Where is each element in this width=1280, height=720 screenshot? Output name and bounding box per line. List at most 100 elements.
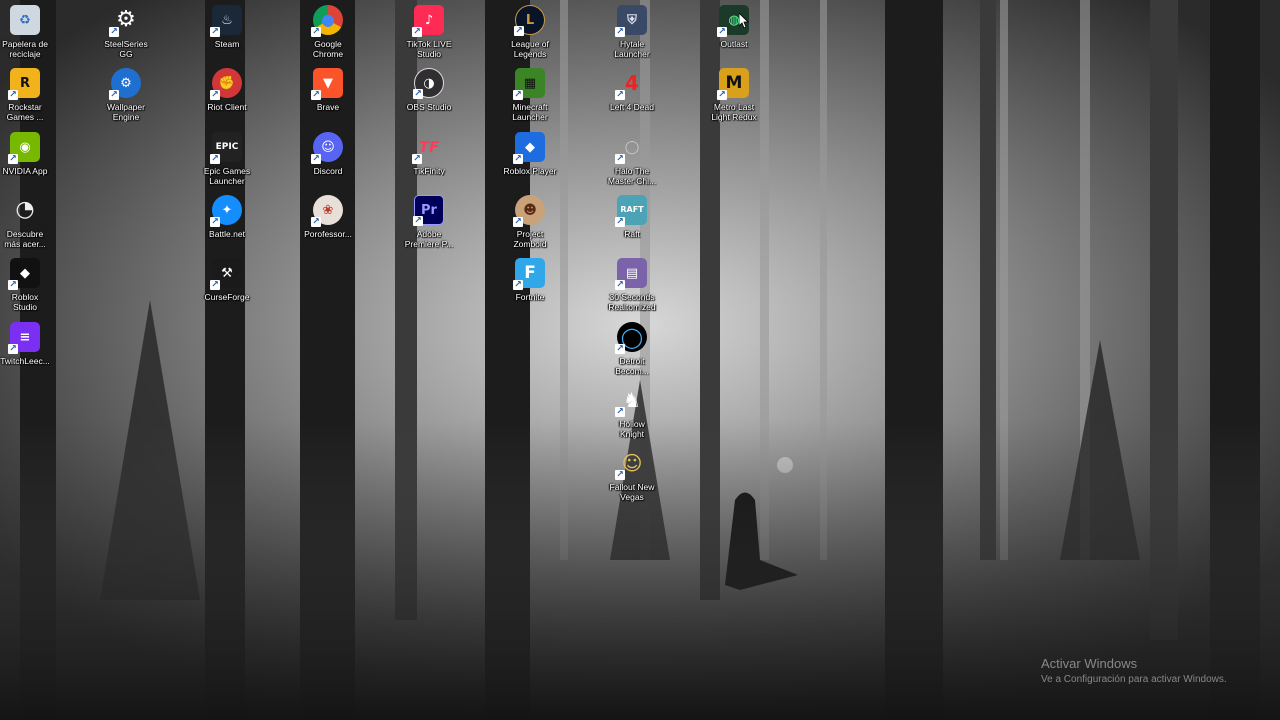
desktop-icon-fallout[interactable]: ☺ ↗ Fallout New Vegas bbox=[595, 448, 669, 508]
league-icon: L ↗ bbox=[514, 5, 545, 36]
icon-label: Porofessor... bbox=[304, 229, 352, 239]
desktop-icon-halo[interactable]: ◯ ↗ Halo The Master Chi... bbox=[595, 132, 669, 192]
nvidia-icon: ◉ ↗ bbox=[8, 132, 40, 164]
roblox-player-icon: ◆ ↗ bbox=[513, 132, 545, 164]
desktop-icon-battlenet[interactable]: ✦ ↗ Battle.net bbox=[190, 195, 264, 255]
icon-label: Fortnite bbox=[515, 292, 545, 302]
icon-label: Discord bbox=[313, 166, 343, 176]
steam-icon: ♨ ↗ bbox=[210, 5, 242, 37]
desktop-icon-descubre[interactable]: ◔ Descubre más acer... bbox=[0, 195, 62, 255]
icon-label: Roblox Studio bbox=[11, 292, 39, 312]
icon-label: Papelera de reciclaje bbox=[2, 39, 48, 59]
icon-label: TikTok LIVE Studio bbox=[406, 39, 452, 59]
desktop-icon-roblox-studio[interactable]: ◆ ↗ Roblox Studio bbox=[0, 258, 62, 318]
desktop-icon-curseforge[interactable]: ⚒ ↗ CurseForge bbox=[190, 258, 264, 318]
brave-icon: ▼ ↗ bbox=[311, 68, 343, 100]
rockstar-icon: R ↗ bbox=[8, 68, 40, 100]
activation-watermark: Activar Windows Ve a Configuración para … bbox=[1041, 656, 1227, 685]
fallout-icon: ☺ ↗ bbox=[615, 451, 643, 480]
mouse-cursor-icon bbox=[739, 13, 749, 29]
riot-client-icon: ✊ ↗ bbox=[210, 68, 242, 100]
desktop-icon-premiere[interactable]: Pr ↗ Adobe Premiere P... bbox=[392, 195, 466, 255]
icon-label: Wallpaper Engine bbox=[107, 102, 145, 122]
compass-icon: ◔ bbox=[15, 197, 35, 222]
icon-label: Left 4 Dead bbox=[610, 102, 654, 112]
desktop-icon-project-zomboid[interactable]: ☻ ↗ Project Zomboid bbox=[493, 195, 567, 255]
desktop-icon-hollow-knight[interactable]: ♞ ↗ Hollow Knight bbox=[595, 385, 669, 445]
wallpaper-engine-icon: ⚙ ↗ bbox=[109, 68, 141, 100]
desktop-icon-raft[interactable]: RAFT ↗ Raft bbox=[595, 195, 669, 255]
desktop-icon-minecraft[interactable]: ▦ ↗ Minecraft Launcher bbox=[493, 68, 567, 128]
hytale-icon: ⛨ ↗ bbox=[615, 5, 647, 37]
watermark-title: Activar Windows bbox=[1041, 656, 1138, 671]
desktop-icon-roblox-player[interactable]: ◆ ↗ Roblox Player bbox=[493, 132, 567, 192]
halo-icon: ◯ ↗ bbox=[615, 139, 640, 164]
desktop-icon-30-seconds[interactable]: ▤ ↗ 30 Seconds Realtomized bbox=[595, 258, 669, 318]
icon-label: TwitchLeec... bbox=[0, 356, 50, 366]
desktop-icon-brave[interactable]: ▼ ↗ Brave bbox=[291, 68, 365, 128]
icon-label: CurseForge bbox=[204, 292, 250, 302]
icon-label: Hytale Launcher bbox=[614, 39, 650, 59]
steelseries-icon: ⚙ ↗ bbox=[109, 7, 136, 37]
icon-label: Battle.net bbox=[209, 229, 245, 239]
desktop-icon-obs[interactable]: ◑ ↗ OBS Studio bbox=[392, 68, 466, 128]
icon-label: Descubre más acer... bbox=[4, 229, 46, 249]
desktop-icon-metro[interactable]: M ↗ Metro Last Light Redux bbox=[697, 68, 771, 128]
icon-label: Google Chrome bbox=[312, 39, 344, 59]
chrome-icon: ● ↗ bbox=[311, 5, 343, 37]
desktop-icon-league[interactable]: L ↗ League of Legends bbox=[493, 5, 567, 65]
desktop-icon-discord[interactable]: ☺ ↗ Discord bbox=[291, 132, 365, 192]
icon-label: Brave bbox=[316, 102, 340, 112]
desktop-icon-detroit[interactable]: ◯ ↗ Detroit Becom... bbox=[595, 322, 669, 382]
desktop-icon-tiktok-live[interactable]: ♪ ↗ TikTok LIVE Studio bbox=[392, 5, 466, 65]
desktop-icon-epic-games[interactable]: EPIC ↗ Epic Games Launcher bbox=[190, 132, 264, 192]
obs-icon: ◑ ↗ bbox=[413, 68, 444, 99]
desktop-icon-rockstar[interactable]: R ↗ Rockstar Games ... bbox=[0, 68, 62, 128]
desktop-icon-steam[interactable]: ♨ ↗ Steam bbox=[190, 5, 264, 65]
icon-label: Fallout New Vegas bbox=[609, 482, 655, 502]
desktop-icon-porofessor[interactable]: ❀ ↗ Porofessor... bbox=[291, 195, 365, 255]
desktop-icon-nvidia[interactable]: ◉ ↗ NVIDIA App bbox=[0, 132, 62, 192]
icon-label: Roblox Player bbox=[503, 166, 557, 176]
premiere-icon: Pr ↗ bbox=[413, 195, 444, 226]
desktop-icon-chrome[interactable]: ● ↗ Google Chrome bbox=[291, 5, 365, 65]
icon-label: Riot Client bbox=[207, 102, 247, 112]
project-zomboid-icon: ☻ ↗ bbox=[513, 195, 545, 227]
hollow-knight-icon: ♞ ↗ bbox=[615, 388, 641, 417]
icon-label: NVIDIA App bbox=[2, 166, 48, 176]
metro-icon: M ↗ bbox=[717, 68, 749, 100]
desktop-icon-steelseries[interactable]: ⚙ ↗ SteelSeries GG bbox=[89, 5, 163, 65]
desktop-icon-twitchleecher[interactable]: ≡ ↗ TwitchLeec... bbox=[0, 322, 62, 382]
icon-label: SteelSeries GG bbox=[104, 39, 148, 59]
tiktok-live-icon: ♪ ↗ bbox=[412, 5, 444, 37]
desktop-icon-wallpaper-engine[interactable]: ⚙ ↗ Wallpaper Engine bbox=[89, 68, 163, 128]
icon-label: Hollow Knight bbox=[619, 419, 645, 439]
fortnite-icon: F ↗ bbox=[513, 258, 545, 290]
icon-label: League of Legends bbox=[511, 39, 549, 59]
desktop-icon-riot-client[interactable]: ✊ ↗ Riot Client bbox=[190, 68, 264, 128]
desktop-icon-hytale[interactable]: ⛨ ↗ Hytale Launcher bbox=[595, 5, 669, 65]
icon-label: Adobe Premiere P... bbox=[404, 229, 454, 249]
icon-label: Project Zomboid bbox=[513, 229, 547, 249]
desktop-icon-left4dead[interactable]: 4 ↗ Left 4 Dead bbox=[595, 68, 669, 128]
icon-label: Steam bbox=[214, 39, 240, 49]
desktop-icon-fortnite[interactable]: F ↗ Fortnite bbox=[493, 258, 567, 318]
desktop-icon-tikfinity[interactable]: TF ↗ TikFinity bbox=[392, 132, 466, 192]
recycle-bin-icon: ♻ bbox=[10, 5, 40, 35]
icon-label: Metro Last Light Redux bbox=[711, 102, 757, 122]
desktop-icon-outlast[interactable]: ◍ ↗ Outlast bbox=[697, 5, 771, 65]
epic-games-icon: EPIC ↗ bbox=[210, 132, 242, 164]
icon-label: Rockstar Games ... bbox=[6, 102, 44, 122]
tikfinity-icon: TF ↗ bbox=[412, 137, 440, 164]
battlenet-icon: ✦ ↗ bbox=[210, 195, 242, 227]
porofessor-icon: ❀ ↗ bbox=[311, 195, 343, 227]
icon-label: TikFinity bbox=[413, 166, 445, 176]
icon-label: Epic Games Launcher bbox=[203, 166, 251, 186]
detroit-icon: ◯ ↗ bbox=[615, 322, 647, 354]
roblox-studio-icon: ◆ ↗ bbox=[8, 258, 40, 290]
icon-label: 30 Seconds Realtomized bbox=[608, 292, 656, 312]
twitch-leecher-icon: ≡ ↗ bbox=[8, 322, 40, 354]
desktop-icon-recycle-bin[interactable]: ♻ Papelera de reciclaje bbox=[0, 5, 62, 65]
left4dead-icon: 4 ↗ bbox=[615, 71, 639, 100]
icon-label: Raft bbox=[624, 229, 640, 239]
